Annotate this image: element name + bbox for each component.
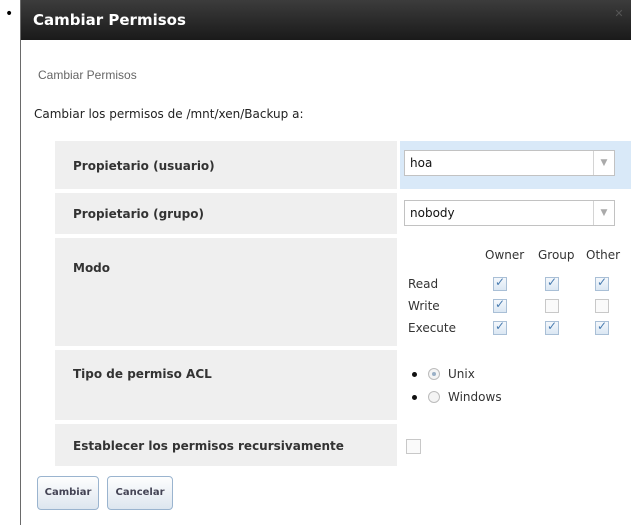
- owner-group-row: Propietario (grupo) nobody ▼: [55, 193, 631, 234]
- form-subtitle: Cambiar Permisos: [38, 68, 137, 82]
- close-icon[interactable]: ✕: [613, 8, 625, 20]
- mode-label: Modo: [73, 261, 111, 275]
- mode-row-read: Read: [408, 277, 439, 291]
- execute-group-checkbox[interactable]: [545, 319, 559, 335]
- change-permissions-dialog: Cambiar Permisos ✕ Cambiar Permisos Camb…: [20, 0, 631, 525]
- recursive-row: Establecer los permisos recursivamente: [55, 424, 631, 466]
- acl-type-row: Tipo de permiso ACL Unix Windows: [55, 350, 631, 420]
- list-bullet: •: [5, 6, 14, 22]
- owner-user-row: Propietario (usuario) hoa ▼: [55, 141, 631, 189]
- bullet: [412, 395, 417, 400]
- acl-windows-radio[interactable]: [428, 391, 440, 403]
- chevron-down-icon[interactable]: ▼: [593, 151, 614, 175]
- owner-user-select[interactable]: hoa ▼: [404, 150, 615, 176]
- write-group-checkbox[interactable]: [545, 299, 559, 313]
- form-intro: Cambiar los permisos de /mnt/xen/Backup …: [34, 107, 304, 121]
- acl-unix-radio[interactable]: [428, 368, 440, 380]
- recursive-label: Establecer los permisos recursivamente: [73, 439, 344, 453]
- write-other-checkbox[interactable]: [595, 299, 609, 313]
- mode-col-owner: Owner: [485, 248, 525, 262]
- acl-windows-label: Windows: [448, 390, 502, 404]
- submit-button[interactable]: Cambiar: [37, 476, 99, 510]
- owner-group-select[interactable]: nobody ▼: [404, 200, 615, 226]
- execute-owner-checkbox[interactable]: [493, 319, 507, 335]
- mode-col-other: Other: [586, 248, 621, 262]
- dialog-titlebar[interactable]: Cambiar Permisos ✕: [21, 0, 631, 40]
- read-owner-checkbox[interactable]: [493, 275, 507, 291]
- mode-row-execute: Execute: [408, 321, 456, 335]
- acl-type-label: Tipo de permiso ACL: [73, 367, 212, 381]
- read-group-checkbox[interactable]: [545, 275, 559, 291]
- execute-other-checkbox[interactable]: [595, 319, 609, 335]
- owner-user-label: Propietario (usuario): [73, 159, 215, 173]
- acl-unix-label: Unix: [448, 367, 475, 381]
- bullet: [412, 372, 417, 377]
- mode-row: Modo Owner Group Other Read Write Execut…: [55, 238, 631, 346]
- recursive-checkbox[interactable]: [406, 439, 421, 454]
- mode-col-group: Group: [538, 248, 575, 262]
- mode-row-write: Write: [408, 299, 440, 313]
- chevron-down-icon[interactable]: ▼: [593, 201, 614, 225]
- cancel-button[interactable]: Cancelar: [107, 476, 173, 510]
- owner-group-value: nobody: [410, 206, 455, 220]
- owner-user-value: hoa: [410, 156, 433, 170]
- read-other-checkbox[interactable]: [595, 275, 609, 291]
- write-owner-checkbox[interactable]: [493, 297, 507, 313]
- owner-group-label: Propietario (grupo): [73, 207, 204, 221]
- dialog-title: Cambiar Permisos: [33, 11, 186, 29]
